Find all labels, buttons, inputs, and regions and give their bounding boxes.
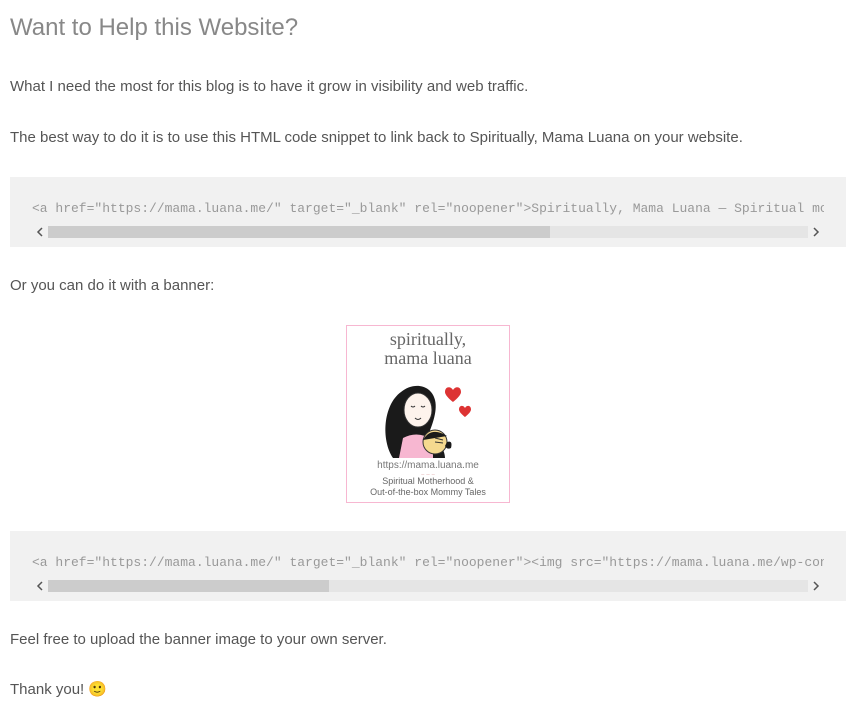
- banner-wave-icon: [403, 474, 453, 476]
- scroll-track[interactable]: [48, 226, 808, 238]
- banner-title: spiritually, mama luana: [384, 330, 471, 368]
- scroll-right-icon[interactable]: [808, 224, 824, 240]
- thankyou-label: Thank you!: [10, 681, 88, 698]
- banner-wrapper: spiritually, mama luana: [10, 325, 846, 503]
- intro-paragraph: What I need the most for this blog is to…: [10, 76, 846, 99]
- horizontal-scrollbar[interactable]: [32, 577, 824, 595]
- page-title: Want to Help this Website?: [10, 10, 846, 46]
- horizontal-scrollbar[interactable]: [32, 223, 824, 241]
- code-block-banner: <a href="https://mama.luana.me/" target=…: [10, 531, 846, 601]
- smile-emoji-icon: 🙂: [88, 679, 107, 702]
- code-block-link: <a href="https://mama.luana.me/" target=…: [10, 177, 846, 247]
- banner-subtitle-line2: Out-of-the-box Mommy Tales: [370, 487, 486, 497]
- banner-subtitle-line1: Spiritual Motherhood &: [382, 476, 474, 486]
- code-content[interactable]: <a href="https://mama.luana.me/" target=…: [32, 553, 824, 573]
- banner-title-line2: mama luana: [384, 348, 471, 368]
- scroll-thumb[interactable]: [48, 580, 329, 592]
- banner-intro-paragraph: Or you can do it with a banner:: [10, 275, 846, 298]
- banner-image-link[interactable]: spiritually, mama luana: [346, 325, 510, 503]
- thankyou-text: Thank you! 🙂: [10, 679, 846, 702]
- scroll-left-icon[interactable]: [32, 578, 48, 594]
- scroll-track[interactable]: [48, 580, 808, 592]
- banner-subtitle: Spiritual Motherhood & Out-of-the-box Mo…: [370, 476, 486, 498]
- scroll-right-icon[interactable]: [808, 578, 824, 594]
- code-content[interactable]: <a href="https://mama.luana.me/" target=…: [32, 199, 824, 219]
- snippet-intro-paragraph: The best way to do it is to use this HTM…: [10, 127, 846, 150]
- scroll-thumb[interactable]: [48, 226, 550, 238]
- banner-illustration: [373, 370, 483, 462]
- banner-title-line1: spiritually,: [390, 329, 466, 349]
- scroll-left-icon[interactable]: [32, 224, 48, 240]
